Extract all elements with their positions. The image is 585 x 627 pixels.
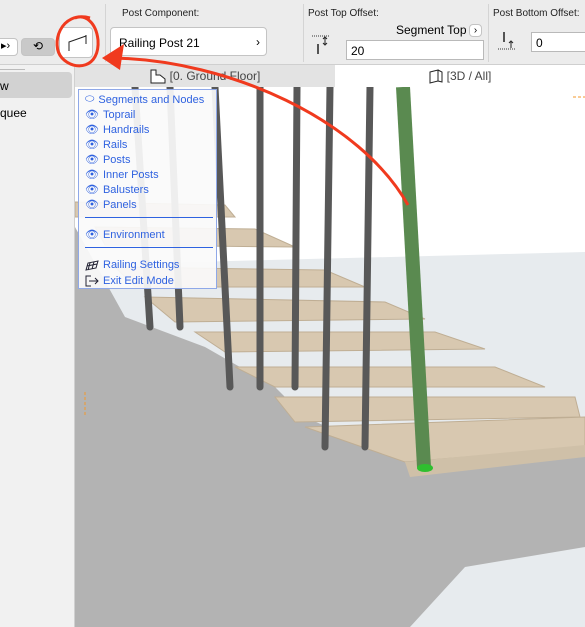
view-tabs: [0. Ground Floor] [3D / All] xyxy=(75,65,585,87)
post-top-reference-button[interactable]: › xyxy=(469,24,482,37)
eye-icon: 👁︎ xyxy=(85,109,99,121)
eye-icon: 👁︎ xyxy=(85,139,99,151)
menu-item-balusters[interactable]: 👁︎ Balusters xyxy=(85,183,149,197)
railing-edit-menu: ⬭ Segments and Nodes 👁︎ Toprail 👁︎ Handrails 👁… xyxy=(78,89,217,289)
tab-label: [0. Ground Floor] xyxy=(169,69,261,83)
menu-item-label: Segments and Nodes xyxy=(98,93,205,106)
eye-icon: 👁︎ xyxy=(85,124,99,136)
menu-item-environment[interactable]: 👁︎ Environment xyxy=(85,228,165,242)
arrow-selector-button[interactable]: ▸› xyxy=(0,38,18,56)
sidebar-item[interactable]: w xyxy=(0,72,72,98)
post-component-label: Post Component: xyxy=(122,8,200,19)
menu-item-posts[interactable]: 👁︎ Posts xyxy=(85,153,131,167)
menu-item-label: Panels xyxy=(102,198,137,211)
floor-plan-icon xyxy=(150,69,166,83)
menu-item-label: Toprail xyxy=(102,108,136,121)
post-component-value: Railing Post 21 xyxy=(119,36,200,50)
eye-icon: 👁︎ xyxy=(85,229,99,241)
post-top-offset-input[interactable]: 20 xyxy=(346,40,484,60)
exit-icon xyxy=(85,275,99,287)
menu-item-label: Inner Posts xyxy=(102,168,159,181)
menu-item-railing-settings[interactable]: Railing Settings xyxy=(85,259,179,271)
tab-ground-floor[interactable]: [0. Ground Floor] xyxy=(75,65,335,87)
menu-item-rails[interactable]: 👁︎ Rails xyxy=(85,138,128,152)
sidebar: w quee xyxy=(0,65,75,627)
railing-post-icon xyxy=(68,35,87,51)
tab-label: [3D / All] xyxy=(446,69,492,83)
sidebar-item-label: w xyxy=(0,79,9,93)
menu-item-exit-edit-mode[interactable]: Exit Edit Mode xyxy=(85,275,174,287)
tab-3d[interactable]: [3D / All] xyxy=(335,65,585,87)
sidebar-item[interactable]: quee xyxy=(0,106,27,120)
menu-item-label: Balusters xyxy=(102,183,149,196)
post-geometry-button[interactable] xyxy=(59,27,93,58)
eye-icon: 👁︎ xyxy=(85,184,99,196)
menu-item-inner-posts[interactable]: 👁︎ Inner Posts xyxy=(85,168,159,182)
menu-item-panels[interactable]: 👁︎ Panels xyxy=(85,198,137,212)
menu-item-label: Handrails xyxy=(102,123,150,136)
eye-icon: 👁︎ xyxy=(85,169,99,181)
info-box-toolbar: ▸› ⟲ Post Component: Railing Post 21 › P… xyxy=(0,0,585,65)
eye-icon: 👁︎ xyxy=(85,154,99,166)
menu-item-label: Railing Settings xyxy=(103,259,180,271)
menu-item-handrails[interactable]: 👁︎ Handrails xyxy=(85,123,150,137)
menu-item-label: Rails xyxy=(102,138,128,151)
menu-item-label: Posts xyxy=(102,153,131,166)
chevron-right-icon: › xyxy=(256,35,260,49)
eye-icon: 👁︎ xyxy=(85,199,99,211)
railing-settings-icon xyxy=(85,259,99,271)
menu-item-segments-and-nodes[interactable]: ⬭ Segments and Nodes xyxy=(85,93,204,106)
eye-closed-icon: ⬭ xyxy=(85,93,95,105)
bottom-offset-icon xyxy=(498,32,516,50)
menu-item-toprail[interactable]: 👁︎ Toprail xyxy=(85,108,136,122)
menu-item-label: Exit Edit Mode xyxy=(103,275,174,287)
magic-wand-button[interactable]: ⟲ xyxy=(21,38,55,56)
sidebar-item-label: quee xyxy=(0,106,27,120)
post-bottom-offset-label: Post Bottom Offset: xyxy=(493,8,580,19)
post-component-select[interactable]: Railing Post 21 › xyxy=(110,27,267,56)
3d-box-icon xyxy=(429,68,443,84)
menu-item-label: Environment xyxy=(102,228,165,241)
post-top-reference: Segment Top xyxy=(396,23,467,37)
post-bottom-offset-input[interactable]: 0 xyxy=(531,32,585,52)
top-offset-icon xyxy=(312,35,330,54)
post-top-offset-label: Post Top Offset: xyxy=(308,8,379,19)
